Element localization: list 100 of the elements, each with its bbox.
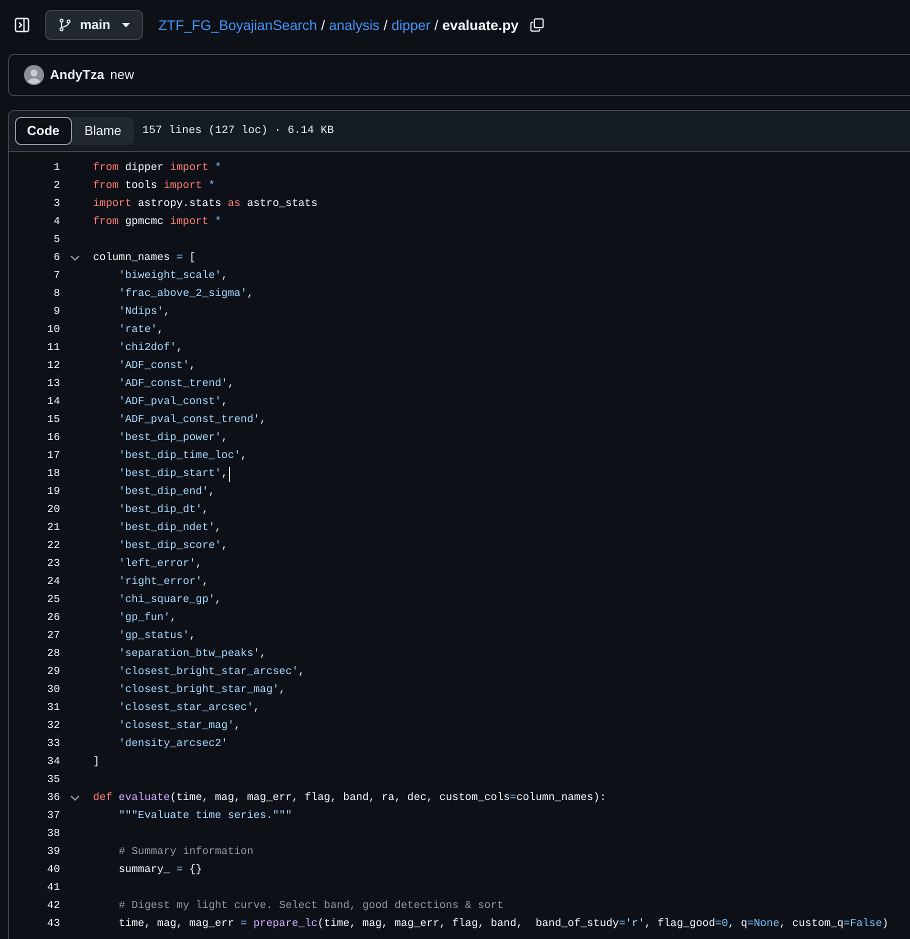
code-line: def evaluate(time, mag, mag_err, flag, band, ra, dec, custom_cols=column_names): bbox=[93, 790, 606, 806]
line-number: 24 bbox=[46, 574, 60, 590]
line-number: 42 bbox=[46, 898, 60, 914]
line-number: 38 bbox=[46, 826, 60, 842]
line-number: 11 bbox=[46, 340, 60, 356]
code-line: from dipper import * bbox=[93, 160, 222, 176]
line-number: 14 bbox=[46, 394, 60, 410]
line-number: 41 bbox=[46, 880, 60, 896]
code-line: 'best_dip_power', bbox=[118, 430, 228, 446]
code-line: 'right_error', bbox=[118, 574, 208, 590]
line-number: 37 bbox=[46, 808, 60, 824]
breadcrumb-separator: / bbox=[321, 16, 325, 34]
code-line: 'ADF_pval_const', bbox=[118, 394, 228, 410]
line-number: 23 bbox=[46, 556, 60, 572]
line-number: 9 bbox=[52, 304, 60, 320]
line-number: 34 bbox=[46, 754, 60, 770]
line-number: 32 bbox=[46, 718, 60, 734]
line-number: 27 bbox=[46, 628, 60, 644]
line-number: 13 bbox=[46, 376, 60, 392]
breadcrumb-separator: / bbox=[384, 16, 388, 34]
code-line: 'closest_star_mag', bbox=[118, 718, 241, 734]
breadcrumb-link[interactable]: ZTF_FG_BoyajianSearch bbox=[158, 14, 318, 36]
line-number: 19 bbox=[46, 484, 60, 500]
code-line: """Evaluate time series.""" bbox=[118, 808, 292, 824]
code-line: 'closest_bright_star_mag', bbox=[118, 682, 286, 698]
copy-icon[interactable] bbox=[530, 18, 544, 32]
line-number: 33 bbox=[46, 736, 60, 752]
line-number: 43 bbox=[46, 916, 60, 932]
code-line: 'biweight_scale', bbox=[118, 268, 228, 284]
code-line: 'gp_fun', bbox=[118, 610, 176, 626]
line-number: 7 bbox=[52, 268, 60, 284]
breadcrumb-link[interactable]: dipper bbox=[391, 14, 430, 36]
code-line: summary_ = {} bbox=[118, 862, 202, 878]
code-line: ] bbox=[93, 754, 100, 770]
avatar-icon bbox=[24, 65, 44, 85]
line-number: 6 bbox=[52, 250, 60, 266]
breadcrumb-link[interactable]: analysis bbox=[328, 14, 380, 36]
line-number: 36 bbox=[46, 790, 60, 806]
line-number: 35 bbox=[46, 772, 60, 788]
code-line: from tools import * bbox=[93, 178, 215, 194]
line-number: 16 bbox=[46, 430, 60, 446]
code-line: time, mag, mag_err = prepare_lc(time, mag, mag_err, flag, band, band_of_study='r', flag_good=0, q=None, custom_q=False) bbox=[118, 916, 888, 932]
fold-chevron-icon[interactable] bbox=[70, 793, 80, 803]
code-line: 'best_dip_end', bbox=[118, 484, 215, 500]
sidebar-toggle-icon[interactable] bbox=[14, 17, 30, 33]
code-line: 'best_dip_dt', bbox=[118, 502, 208, 518]
branch-button[interactable]: main bbox=[45, 10, 144, 40]
code-line: 'Ndips', bbox=[118, 304, 170, 320]
code-line: 'frac_above_2_sigma', bbox=[118, 286, 254, 302]
line-number: 8 bbox=[52, 286, 60, 302]
view-tab[interactable]: Blame bbox=[72, 117, 134, 145]
line-number: 29 bbox=[46, 664, 60, 680]
code-line: # Summary information bbox=[118, 844, 254, 860]
code-line: column_names = [ bbox=[93, 250, 196, 266]
line-number: 12 bbox=[46, 358, 60, 374]
code-line: 'chi2dof', bbox=[118, 340, 183, 356]
line-number: 28 bbox=[46, 646, 60, 662]
code-line: from gpmcmc import * bbox=[93, 214, 222, 230]
code-line: 'rate', bbox=[118, 322, 164, 338]
code-line: 'closest_star_arcsec', bbox=[118, 700, 260, 716]
code-line: 'ADF_const', bbox=[118, 358, 196, 374]
fold-chevron-icon[interactable] bbox=[70, 253, 80, 263]
code-line: 'best_dip_ndet', bbox=[118, 520, 222, 536]
breadcrumb-separator: / bbox=[434, 16, 438, 34]
file-info: 157 lines (127 loc) · 6.14 KB bbox=[142, 124, 334, 139]
line-number: 1 bbox=[52, 160, 60, 176]
file-name: evaluate.py bbox=[442, 16, 519, 35]
code-line: 'closest_bright_star_arcsec', bbox=[118, 664, 305, 680]
line-number: 21 bbox=[46, 520, 60, 536]
code-line: 'separation_btw_peaks', bbox=[118, 646, 266, 662]
code-line: import astropy.stats as astro_stats bbox=[93, 196, 318, 212]
line-number: 15 bbox=[46, 412, 60, 428]
line-number: 30 bbox=[46, 682, 60, 698]
line-number: 40 bbox=[46, 862, 60, 878]
line-number: 39 bbox=[46, 844, 60, 860]
code-line: 'chi_square_gp', bbox=[118, 592, 222, 608]
commit-author[interactable]: AndyTza bbox=[50, 65, 104, 85]
line-number: 18 bbox=[46, 466, 60, 482]
code-line: 'ADF_const_trend', bbox=[118, 376, 234, 392]
line-number: 26 bbox=[46, 610, 60, 626]
code-line: 'left_error', bbox=[118, 556, 202, 572]
line-number: 2 bbox=[52, 178, 60, 194]
code-line: 'best_dip_score', bbox=[118, 538, 228, 554]
line-number: 17 bbox=[46, 448, 60, 464]
line-number: 5 bbox=[52, 232, 60, 248]
line-number: 25 bbox=[46, 592, 60, 608]
line-number: 22 bbox=[46, 538, 60, 554]
code-line: 'best_dip_time_loc', bbox=[118, 448, 247, 464]
branch-icon bbox=[58, 18, 72, 32]
view-tab[interactable]: Code bbox=[15, 117, 72, 145]
line-number: 10 bbox=[46, 322, 60, 338]
code-line: 'gp_status', bbox=[118, 628, 196, 644]
line-number: 20 bbox=[46, 502, 60, 518]
code-line: 'density_arcsec2' bbox=[118, 736, 228, 752]
caret-icon bbox=[122, 22, 130, 28]
code-line: 'ADF_pval_const_trend', bbox=[118, 412, 266, 428]
line-number: 3 bbox=[52, 196, 60, 212]
line-number: 4 bbox=[52, 214, 60, 230]
code-line: 'best_dip_start', bbox=[118, 466, 228, 482]
commit-message[interactable]: new bbox=[110, 65, 134, 85]
